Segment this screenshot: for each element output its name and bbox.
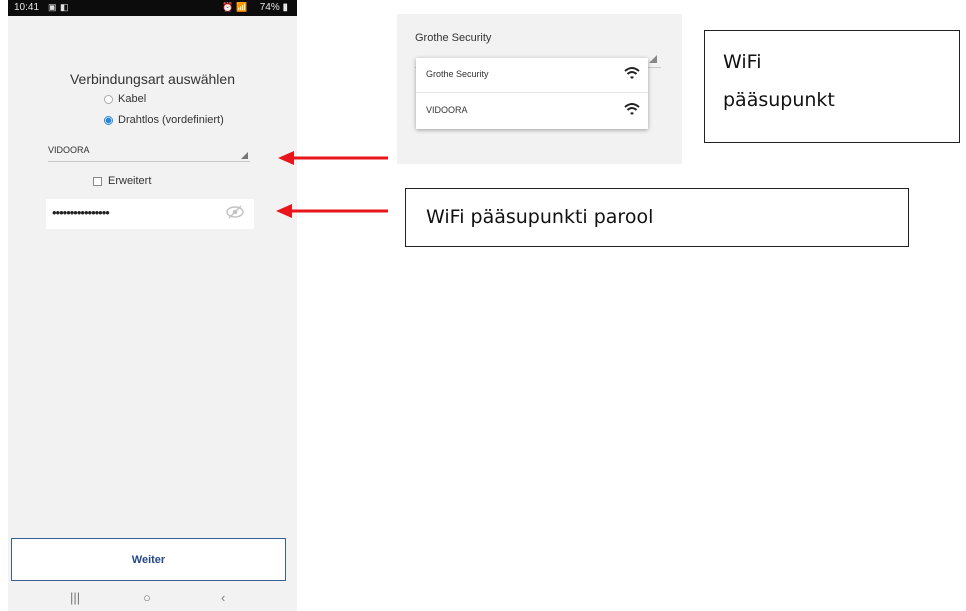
annotation-arrows <box>276 151 388 218</box>
arrow-to-network-select <box>278 151 388 165</box>
arrow-to-password-field <box>276 204 388 218</box>
